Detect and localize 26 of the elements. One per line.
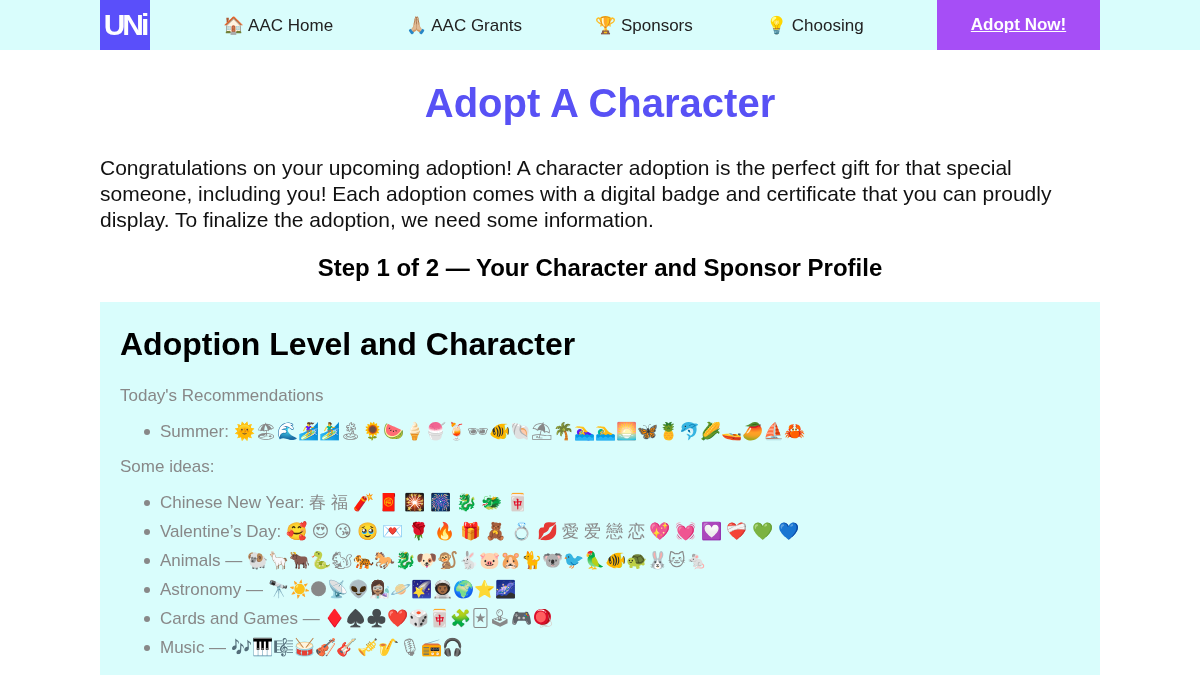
bullet-icon bbox=[144, 616, 150, 622]
section-heading: Adoption Level and Character bbox=[120, 325, 577, 364]
page-title: Adopt A Character bbox=[423, 80, 777, 127]
list-item-text: Cards and Games — ♦♠♣❤🎲🀄🧩🃏🕹🎮🪀 bbox=[160, 609, 553, 628]
list-item-text: Astronomy — 🔭☀🌑📡👽👩🏽‍🔬🪐🌠👨🏾‍🚀🌍⭐🌌 bbox=[160, 580, 517, 599]
list-item-text: Animals — 🐏🦙🐂🐍🐿🐅🐎🐉🐶🐒🐇🐷🐹🐈🐨🐦🦜🐠🐢🐰🐱🐁 bbox=[160, 551, 707, 570]
bullet-icon bbox=[144, 645, 150, 651]
bullet-icon bbox=[144, 500, 150, 506]
list-item-text: Summer: 🌞🏖🌊🏄‍♀🏄‍♂🏝🌻🍉🍦🍧🍹🕶🐠🐚⛱🌴🏊‍♀🏊‍♂🌅🦋🍍🐬🌽🚤🥭⛵🦀 bbox=[160, 422, 805, 441]
list-item-text: Valentine’s Day: 🥰 😍 😘 🥹 💌 🌹 🔥 🎁 🧸 💍 💋 愛 爱 戀 恋 💖 💓 💟 ❤‍🩹 💚 💙 bbox=[160, 522, 799, 541]
adopt-now-button[interactable]: Adopt Now! bbox=[937, 0, 1100, 50]
list-item-text: Music — 🎶🎹🎼🥁🎻🎸🎺🎷🎙📻🎧 bbox=[160, 638, 463, 657]
bullet-icon bbox=[144, 558, 150, 564]
list-item-text: Chinese New Year: 春 福 🧨 🧧 🎇 🎆 🐉 🐲 🀄 bbox=[160, 493, 529, 512]
nav-link[interactable]: 🙏🏼 AAC Grants bbox=[406, 14, 522, 36]
group-label: Today's Recommendations bbox=[120, 385, 325, 407]
intro-paragraph: Congratulations on your upcoming adoption! A character adoption is the perfect gift for that special someone, including you! Each adoption comes with a digital badge and certificate that you can proudly display. To finalize the adoption, we need some information. bbox=[100, 155, 1053, 233]
step-heading: Step 1 of 2 — Your Character and Sponsor Profile bbox=[316, 253, 884, 283]
bullet-icon bbox=[144, 587, 150, 593]
group-label: Some ideas: bbox=[120, 456, 216, 478]
bullet-icon bbox=[144, 429, 150, 435]
nav-link[interactable]: 💡 Choosing bbox=[766, 14, 864, 36]
bullet-icon bbox=[144, 529, 150, 535]
nav-link[interactable]: 🏠 AAC Home bbox=[223, 14, 334, 36]
nav-link[interactable]: 🏆 Sponsors bbox=[595, 14, 693, 36]
logo[interactable]: UNi bbox=[100, 0, 150, 50]
